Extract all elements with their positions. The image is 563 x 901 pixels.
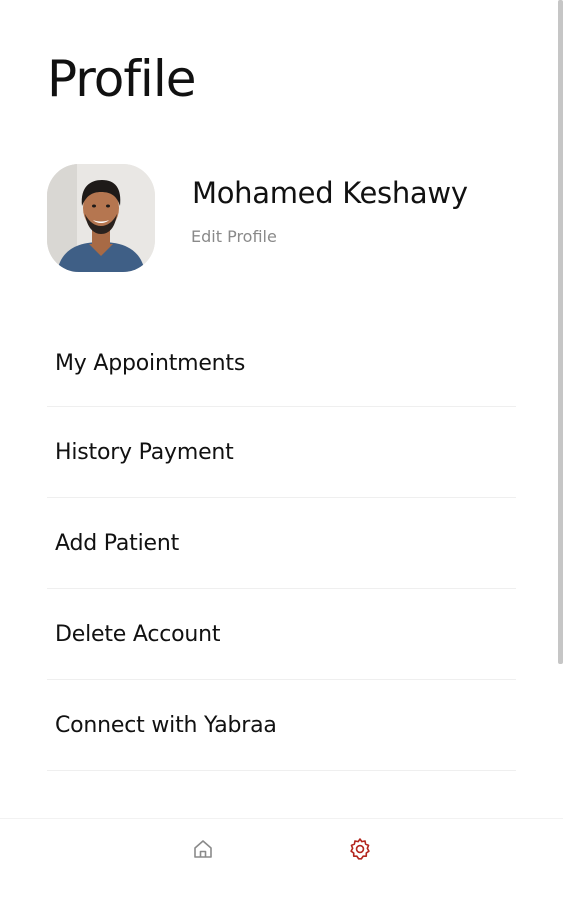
nav-home-button[interactable]	[189, 835, 217, 863]
menu-item-history-payment[interactable]: History Payment	[47, 407, 516, 498]
edit-profile-link[interactable]: Edit Profile	[191, 227, 277, 246]
profile-name: Mohamed Keshawy	[192, 176, 468, 210]
menu-item-delete-account[interactable]: Delete Account	[47, 589, 516, 680]
profile-menu: My Appointments History Payment Add Pati…	[47, 320, 516, 771]
avatar-image	[47, 164, 155, 272]
bottom-navigation	[0, 818, 563, 901]
menu-item-my-appointments[interactable]: My Appointments	[47, 320, 516, 407]
gear-icon	[350, 838, 370, 860]
menu-item-connect-with-yabraa[interactable]: Connect with Yabraa	[47, 680, 516, 771]
scrollbar[interactable]	[558, 0, 563, 664]
home-icon	[194, 840, 212, 858]
nav-settings-button[interactable]	[346, 835, 374, 863]
avatar[interactable]	[47, 164, 155, 272]
page-title: Profile	[47, 50, 196, 108]
menu-item-add-patient[interactable]: Add Patient	[47, 498, 516, 589]
